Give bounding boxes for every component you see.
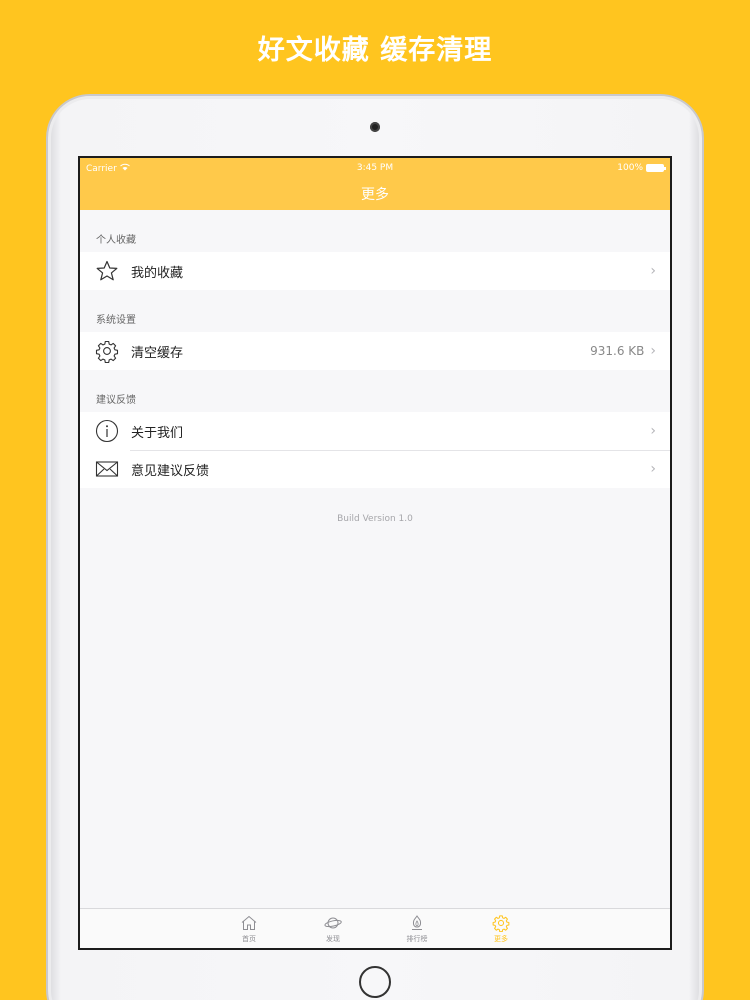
- battery-icon: [646, 164, 666, 172]
- star-icon: [94, 258, 120, 284]
- mail-icon: [94, 456, 120, 482]
- chevron-right-icon: ›: [650, 343, 656, 359]
- home-button[interactable]: [359, 966, 391, 998]
- status-time: 3:45 PM: [356, 163, 394, 173]
- gear-icon: [94, 338, 120, 364]
- cell-label: 意见建议反馈: [131, 463, 210, 479]
- status-bar: Carrier 3:45 PM 100%: [80, 158, 670, 178]
- nav-title: 更多: [361, 187, 389, 203]
- tab-bar: 首页 发现 排行榜 更多: [80, 908, 670, 948]
- tab-ranking[interactable]: 排行榜: [399, 909, 435, 948]
- build-version: Build Version 1.0: [337, 514, 413, 524]
- home-icon: [239, 913, 259, 933]
- promo-title: 好文收藏 缓存清理: [257, 35, 493, 66]
- cell-label: 清空缓存: [131, 345, 184, 361]
- about-us-cell[interactable]: 关于我们 ›: [80, 412, 670, 450]
- planet-icon: [323, 913, 343, 933]
- info-icon: [94, 418, 120, 444]
- cell-label: 我的收藏: [131, 265, 184, 281]
- tab-label: 发现: [326, 935, 340, 943]
- cell-label: 关于我们: [131, 425, 184, 441]
- tab-home[interactable]: 首页: [231, 909, 267, 948]
- tab-more[interactable]: 更多: [483, 909, 519, 948]
- tab-label: 首页: [242, 935, 256, 943]
- tab-discover[interactable]: 发现: [315, 909, 351, 948]
- my-favorites-cell[interactable]: 我的收藏 ›: [80, 252, 670, 290]
- chevron-right-icon: ›: [650, 423, 656, 439]
- app-screen: Carrier 3:45 PM 100% 更多 个人收藏 我的收藏 › 系统设置: [78, 156, 672, 950]
- camera-icon: [370, 122, 380, 132]
- tab-label: 更多: [494, 935, 508, 943]
- chevron-right-icon: ›: [650, 263, 656, 279]
- section-header-settings: 系统设置: [96, 315, 136, 326]
- tab-label: 排行榜: [406, 935, 428, 943]
- clear-cache-cell[interactable]: 清空缓存 931.6 KB ›: [80, 332, 670, 370]
- nav-bar: 更多: [80, 178, 670, 210]
- cache-size: 931.6 KB: [590, 344, 645, 358]
- gear-icon: [491, 913, 511, 933]
- chevron-right-icon: ›: [650, 461, 656, 477]
- section-header-favorites: 个人收藏: [96, 235, 136, 246]
- trophy-icon: [407, 913, 427, 933]
- feedback-cell[interactable]: 意见建议反馈 ›: [80, 450, 670, 488]
- section-header-feedback: 建议反馈: [96, 395, 136, 406]
